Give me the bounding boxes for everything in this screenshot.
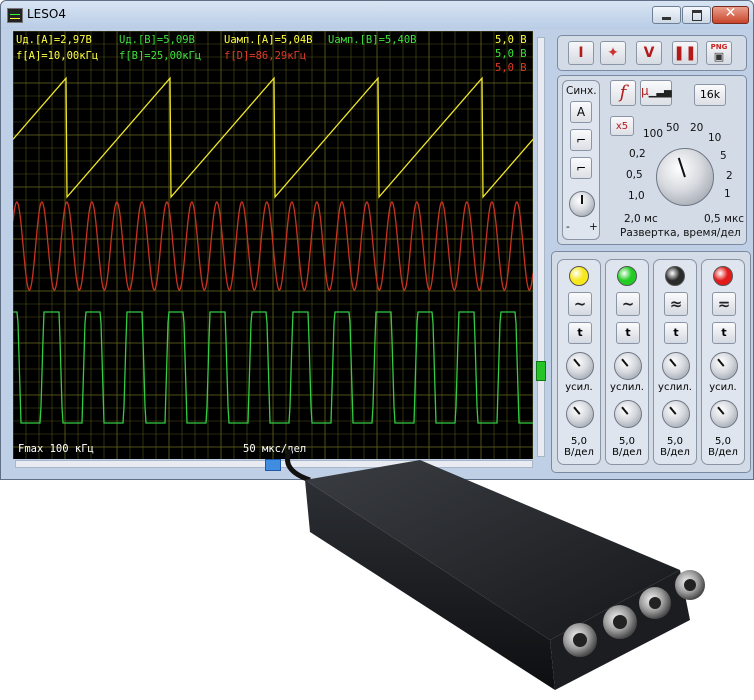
channel-b-scale-knob[interactable] [614, 400, 642, 428]
coupling-ac-icon[interactable]: ~ [616, 292, 640, 316]
sweep-knob[interactable] [656, 148, 714, 206]
channel-d-scale-knob[interactable] [710, 400, 738, 428]
readout-f-d: f[D]=86,29кГц [224, 50, 307, 62]
sweep-tick: 2 [726, 170, 733, 182]
sweep-max-label: 0,5 мкс [704, 213, 745, 225]
channel-a-group: ~ t усил. 5,0 В/дел [557, 259, 601, 465]
coupling-dc-icon[interactable]: ≂ [712, 292, 736, 316]
sync-plus-label: + [589, 221, 598, 233]
save-png-button[interactable]: PNG ▣ [706, 41, 732, 65]
sync-channel-button[interactable]: A [570, 101, 592, 123]
memory-depth-button[interactable]: 16k [694, 84, 726, 106]
channel-d-t-button[interactable]: t [712, 322, 736, 344]
vertical-scrollbar[interactable] [537, 37, 545, 457]
function-button[interactable]: f [610, 80, 636, 106]
scale-label-a: 5,0 В [495, 34, 527, 46]
scope-screen[interactable]: Uд.[A]=2,97В Uд.[B]=5,09В Uамп.[A]=5,04В… [13, 31, 533, 459]
sync-group: Синх. A ⌐ ⌐ - + [562, 80, 600, 240]
scope-traces [13, 31, 533, 459]
channel-a-lamp[interactable] [569, 266, 589, 286]
toolbar-panel: I ✦ V ❚❚ PNG ▣ [557, 35, 747, 71]
channel-a-gain-knob[interactable] [566, 352, 594, 380]
readout-ud-b: Uд.[B]=5,09В [119, 34, 195, 46]
channel-c-lamp[interactable] [665, 266, 685, 286]
title-bar: LESO4 ✕ [1, 1, 753, 29]
channel-b-gain-knob[interactable] [614, 352, 642, 380]
floppy-icon: ▣ [713, 50, 725, 63]
sync-sweep-panel: Синх. A ⌐ ⌐ - + f μ▁▃▅ 16k x5 100 50 20 … [557, 75, 747, 245]
cursor-i-button[interactable]: I [568, 41, 594, 65]
channel-d-gain-label: усил. [709, 382, 737, 393]
scale-label-b: 5,0 В [495, 48, 527, 60]
channel-b-group: ~ t услил. 5,0 В/дел [605, 259, 649, 465]
sync-level-knob[interactable] [569, 191, 595, 217]
sweep-tick: 50 [666, 122, 680, 134]
readout-f-a: f[A]=10,00кГц [16, 50, 99, 62]
channel-c-gain-label: услил. [658, 382, 692, 393]
trigger-level-marker[interactable] [536, 361, 546, 381]
channel-c-scale-knob[interactable] [662, 400, 690, 428]
maximize-button[interactable] [682, 6, 711, 24]
sweep-min-label: 2,0 мс [624, 213, 658, 225]
oscilloscope-window: LESO4 ✕ Uд.[A]=2,97В Uд.[B]=5,09В Uамп.[… [0, 0, 754, 480]
readout-ud-a: Uд.[A]=2,97В [16, 34, 92, 46]
channel-d-group: ≂ t усил. 5,0 В/дел [701, 259, 745, 465]
channel-b-lamp[interactable] [617, 266, 637, 286]
sync-minus-label: - [566, 221, 570, 233]
sweep-tick: 100 [643, 128, 664, 140]
pause-icon[interactable]: ❚❚ [672, 41, 698, 65]
fmax-label: Fmax 100 кГц [18, 443, 94, 455]
falling-edge-icon[interactable]: ⌐ [570, 157, 592, 179]
rising-edge-icon[interactable]: ⌐ [570, 129, 592, 151]
channel-b-t-button[interactable]: t [616, 322, 640, 344]
sweep-tick: 20 [690, 122, 704, 134]
channel-c-gain-knob[interactable] [662, 352, 690, 380]
sweep-caption: Развертка, время/дел [620, 227, 741, 239]
sweep-tick: 0,5 [626, 169, 643, 181]
mu-label: μ [641, 84, 649, 98]
channel-a-t-button[interactable]: t [568, 322, 592, 344]
usb-cable [285, 448, 311, 483]
cursor-v-button[interactable]: V [636, 41, 662, 65]
minimize-button[interactable] [652, 6, 681, 24]
app-icon [7, 8, 23, 23]
sweep-tick: 0,2 [629, 148, 646, 160]
readout-uamp-a: Uамп.[A]=5,04В [224, 34, 313, 46]
window-title: LESO4 [27, 7, 66, 21]
spectrum-button[interactable]: μ▁▃▅ [640, 80, 672, 106]
scale-label-d: 5,0 В [495, 62, 527, 74]
readout-uamp-b: Uамп.[B]=5,40В [328, 34, 417, 46]
x5-zoom-button[interactable]: x5 [610, 116, 634, 136]
channel-a-scale-knob[interactable] [566, 400, 594, 428]
bars-icon: ▁▃▅ [648, 87, 672, 98]
coupling-dc-icon[interactable]: ≈ [664, 292, 688, 316]
channel-c-group: ≈ t услил. 5,0 В/дел [653, 259, 697, 465]
channel-c-t-button[interactable]: t [664, 322, 688, 344]
sweep-tick: 1 [724, 188, 731, 200]
oscilloscope-hardware-photo [285, 448, 705, 690]
crosshair-icon[interactable]: ✦ [600, 41, 626, 65]
readout-f-b: f[B]=25,00кГц [119, 50, 202, 62]
channel-d-gain-knob[interactable] [710, 352, 738, 380]
channel-b-gain-label: услил. [610, 382, 644, 393]
channel-d-lamp[interactable] [713, 266, 733, 286]
close-button[interactable]: ✕ [712, 5, 749, 24]
sweep-tick: 5 [720, 150, 727, 162]
bnc-hole [649, 597, 661, 609]
sweep-tick: 1,0 [628, 190, 645, 202]
close-icon: ✕ [724, 5, 737, 21]
coupling-ac-icon[interactable]: ~ [568, 292, 592, 316]
sweep-tick: 10 [708, 132, 722, 144]
channel-a-gain-label: усил. [565, 382, 593, 393]
sync-title: Синх. [566, 85, 597, 97]
bnc-hole [684, 579, 696, 591]
bnc-hole [573, 633, 587, 647]
bnc-hole [613, 615, 627, 629]
